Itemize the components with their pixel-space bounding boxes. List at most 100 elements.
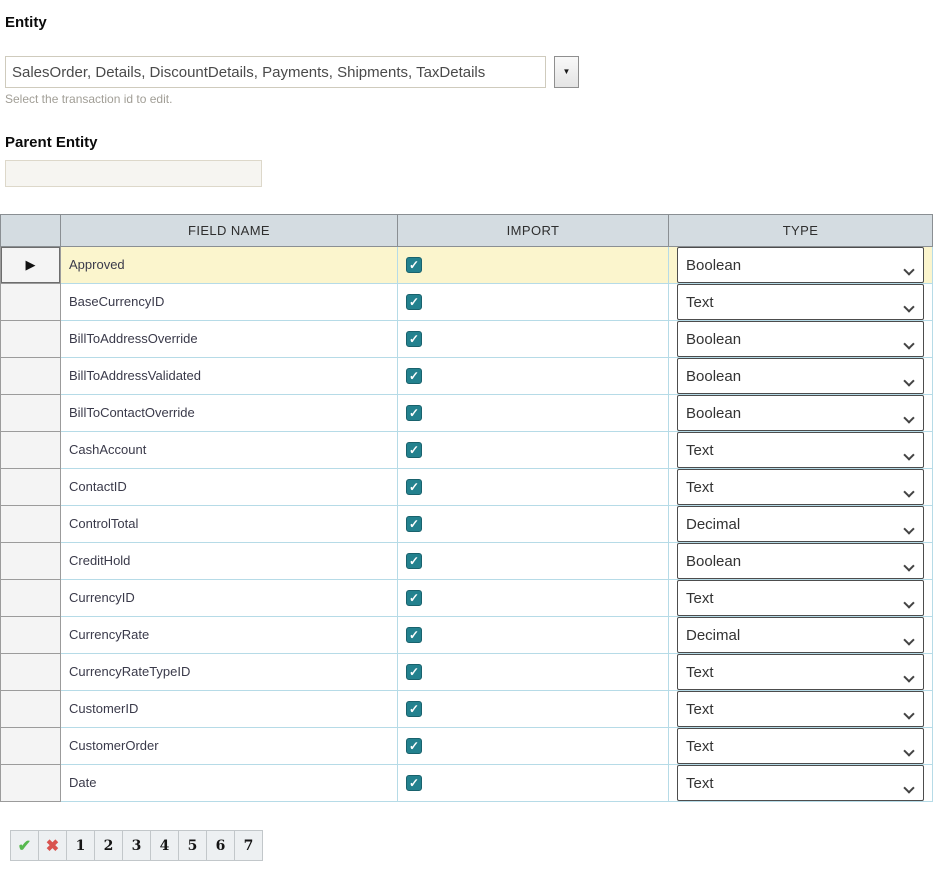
import-checkbox[interactable]: ✓ <box>406 775 422 791</box>
field-name-text: CustomerOrder <box>69 738 159 753</box>
row-selector-cell[interactable]: ▶ <box>1 432 61 469</box>
type-select[interactable]: Text <box>677 284 924 320</box>
type-cell: Boolean <box>669 321 933 358</box>
table-row[interactable]: ▶ CreditHold ✓ Boolean <box>1 543 933 580</box>
row-selector-cell[interactable]: ▶ <box>1 654 61 691</box>
row-selector-cell[interactable]: ▶ <box>1 321 61 358</box>
pager-page-button[interactable]: 7 <box>234 830 263 861</box>
import-checkbox[interactable]: ✓ <box>406 479 422 495</box>
pager-page-number: 7 <box>244 838 254 854</box>
table-row[interactable]: ▶ ContactID ✓ Text <box>1 469 933 506</box>
entity-label: Entity <box>5 14 950 31</box>
import-checkbox[interactable]: ✓ <box>406 368 422 384</box>
table-row[interactable]: ▶ BillToAddressValidated ✓ Boolean <box>1 358 933 395</box>
pager-page-button[interactable]: 3 <box>122 830 151 861</box>
entity-dropdown-button[interactable]: ▼ <box>554 56 579 88</box>
pager-page-number: 2 <box>104 838 114 854</box>
import-checkbox[interactable]: ✓ <box>406 442 422 458</box>
type-select[interactable]: Text <box>677 765 924 801</box>
field-name-text: BaseCurrencyID <box>69 294 164 309</box>
type-select[interactable]: Text <box>677 691 924 727</box>
type-select[interactable]: Text <box>677 432 924 468</box>
row-selector-cell[interactable]: ▶ <box>1 358 61 395</box>
field-name-cell: ControlTotal <box>61 506 398 543</box>
import-checkbox[interactable]: ✓ <box>406 590 422 606</box>
row-selector-cell[interactable]: ▶ <box>1 284 61 321</box>
type-select[interactable]: Boolean <box>677 247 924 283</box>
table-row[interactable]: ▶ BaseCurrencyID ✓ Text <box>1 284 933 321</box>
row-selector-cell[interactable]: ▶ <box>1 580 61 617</box>
type-select[interactable]: Decimal <box>677 617 924 653</box>
table-row[interactable]: ▶ BillToAddressOverride ✓ Boolean <box>1 321 933 358</box>
field-name-text: BillToAddressValidated <box>69 368 201 383</box>
import-checkbox[interactable]: ✓ <box>406 257 422 273</box>
pager-page-number: 4 <box>160 838 170 854</box>
field-name-cell: CurrencyRateTypeID <box>61 654 398 691</box>
import-checkbox[interactable]: ✓ <box>406 738 422 754</box>
row-selector-cell[interactable]: ▶ <box>1 691 61 728</box>
table-row[interactable]: ▶ Approved ✓ Boolean <box>1 247 933 284</box>
import-checkbox[interactable]: ✓ <box>406 331 422 347</box>
type-select[interactable]: Boolean <box>677 358 924 394</box>
import-checkbox[interactable]: ✓ <box>406 294 422 310</box>
type-select[interactable]: Boolean <box>677 543 924 579</box>
table-row[interactable]: ▶ ControlTotal ✓ Decimal <box>1 506 933 543</box>
type-select[interactable]: Text <box>677 654 924 690</box>
field-name-cell: CustomerOrder <box>61 728 398 765</box>
import-checkbox[interactable]: ✓ <box>406 664 422 680</box>
field-name-cell: CreditHold <box>61 543 398 580</box>
table-row[interactable]: ▶ CurrencyRateTypeID ✓ Text <box>1 654 933 691</box>
checkmark-icon: ✓ <box>409 333 419 345</box>
checkmark-icon: ✓ <box>409 370 419 382</box>
type-select[interactable]: Boolean <box>677 321 924 357</box>
import-checkbox[interactable]: ✓ <box>406 627 422 643</box>
pager-confirm-button[interactable]: ✔ <box>10 830 39 861</box>
row-selector-cell[interactable]: ▶ <box>1 469 61 506</box>
type-select[interactable]: Boolean <box>677 395 924 431</box>
pager-page-number: 6 <box>216 838 226 854</box>
import-checkbox[interactable]: ✓ <box>406 701 422 717</box>
pager-cancel-button[interactable]: ✖ <box>38 830 67 861</box>
row-selector-cell[interactable]: ▶ <box>1 506 61 543</box>
table-row[interactable]: ▶ Date ✓ Text <box>1 765 933 802</box>
type-cell: Text <box>669 580 933 617</box>
checkmark-icon: ✓ <box>409 259 419 271</box>
field-name-cell: BillToAddressOverride <box>61 321 398 358</box>
row-selector-cell[interactable]: ▶ <box>1 617 61 654</box>
type-select[interactable]: Text <box>677 728 924 764</box>
table-row[interactable]: ▶ CustomerOrder ✓ Text <box>1 728 933 765</box>
row-selector-cell[interactable]: ▶ <box>1 728 61 765</box>
import-checkbox[interactable]: ✓ <box>406 516 422 532</box>
parent-entity-input[interactable] <box>5 160 262 187</box>
type-select[interactable]: Decimal <box>677 506 924 542</box>
type-cell: Boolean <box>669 358 933 395</box>
type-select[interactable]: Text <box>677 469 924 505</box>
type-cell: Boolean <box>669 395 933 432</box>
pager-page-button[interactable]: 1 <box>66 830 95 861</box>
pager: ✔ ✖ 123456 7 <box>10 830 950 861</box>
row-selector-cell[interactable]: ▶ <box>1 247 61 284</box>
type-select[interactable]: Text <box>677 580 924 616</box>
row-selector-cell[interactable]: ▶ <box>1 543 61 580</box>
import-checkbox[interactable]: ✓ <box>406 405 422 421</box>
table-row[interactable]: ▶ CashAccount ✓ Text <box>1 432 933 469</box>
import-cell: ✓ <box>398 691 669 728</box>
parent-entity-label: Parent Entity <box>5 134 950 151</box>
table-row[interactable]: ▶ CurrencyID ✓ Text <box>1 580 933 617</box>
pager-page-button[interactable]: 4 <box>150 830 179 861</box>
table-row[interactable]: ▶ CurrencyRate ✓ Decimal <box>1 617 933 654</box>
pager-page-button[interactable]: 5 <box>178 830 207 861</box>
table-row[interactable]: ▶ CustomerID ✓ Text <box>1 691 933 728</box>
pager-page-button[interactable]: 6 <box>206 830 235 861</box>
type-cell: Text <box>669 765 933 802</box>
entity-input[interactable] <box>5 56 546 88</box>
import-checkbox[interactable]: ✓ <box>406 553 422 569</box>
row-selector-cell[interactable]: ▶ <box>1 395 61 432</box>
field-name-text: CurrencyID <box>69 590 135 605</box>
checkmark-icon: ✓ <box>409 777 419 789</box>
selector-column-header <box>1 215 61 247</box>
type-cell: Text <box>669 469 933 506</box>
table-row[interactable]: ▶ BillToContactOverride ✓ Boolean <box>1 395 933 432</box>
pager-page-button[interactable]: 2 <box>94 830 123 861</box>
row-selector-cell[interactable]: ▶ <box>1 765 61 802</box>
